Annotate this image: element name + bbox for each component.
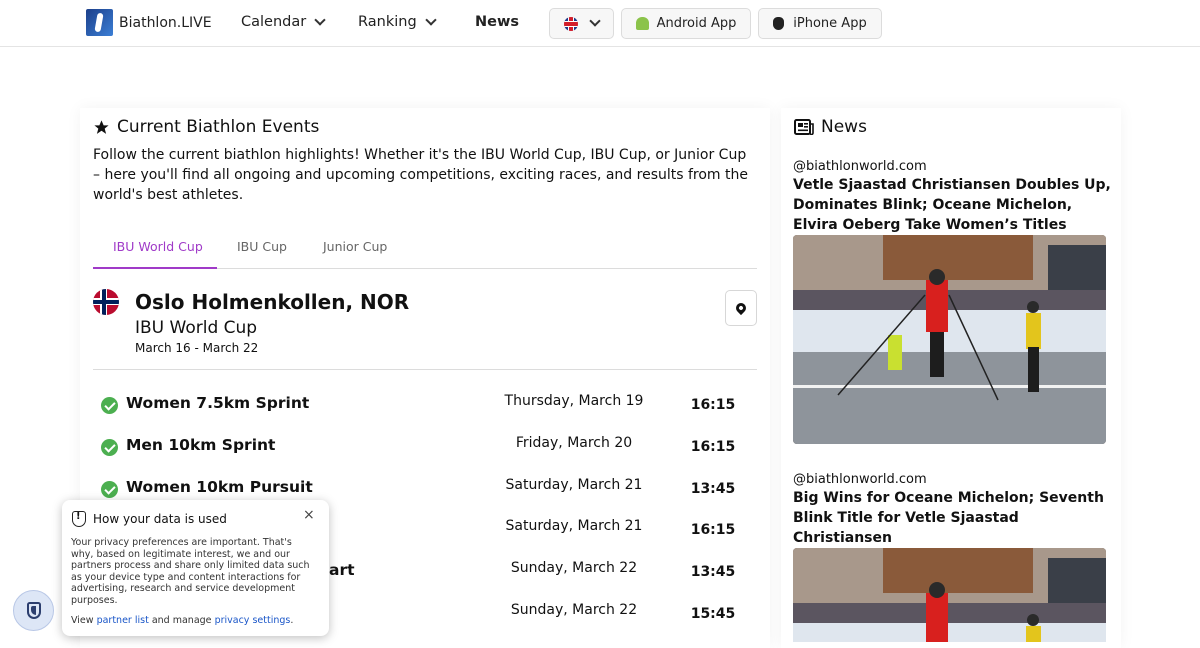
event-dates: March 16 - March 22	[135, 341, 259, 355]
privacy-settings-link[interactable]: privacy settings	[215, 615, 291, 626]
newspaper-icon	[794, 119, 814, 135]
close-icon[interactable]: ×	[303, 507, 315, 523]
chevron-down-icon	[314, 13, 326, 26]
iphone-app-label: iPhone App	[793, 16, 867, 31]
map-location-button[interactable]	[725, 290, 757, 326]
biathlon-race-photo	[793, 548, 1106, 642]
race-time: 16:15	[690, 439, 736, 455]
check-circle-icon	[101, 397, 118, 414]
race-time: 16:15	[690, 397, 736, 413]
events-intro: Follow the current biathlon highlights! …	[93, 147, 748, 203]
brand-name: Biathlon.LIVE	[119, 14, 212, 31]
race-time: 13:45	[690, 564, 736, 580]
race-row[interactable]: Men 10km Sprint Friday, March 20 16:15	[93, 432, 753, 472]
race-date: Sunday, March 22	[510, 602, 638, 618]
race-row[interactable]: Women 7.5km Sprint Thursday, March 19 16…	[93, 390, 753, 430]
race-time: 13:45	[690, 481, 736, 497]
consent-links-prefix: View	[71, 615, 94, 626]
consent-title: How your data is used	[93, 512, 227, 526]
partner-list-link[interactable]: partner list	[97, 615, 149, 626]
privacy-consent-popup: How your data is used × Your privacy pre…	[62, 500, 329, 636]
news-image[interactable]	[793, 548, 1106, 642]
tab-ibu-cup[interactable]: IBU Cup	[237, 239, 287, 254]
race-name: Men 10km Sprint	[126, 436, 276, 454]
uk-flag-icon	[564, 16, 578, 31]
star-icon	[94, 119, 109, 134]
nav-ranking[interactable]: Ranking	[358, 13, 437, 30]
consent-header: How your data is used	[72, 511, 227, 527]
active-tab-indicator	[93, 267, 217, 269]
race-date: Sunday, March 22	[510, 560, 638, 576]
check-circle-icon	[101, 439, 118, 456]
race-date: Friday, March 20	[515, 435, 633, 451]
event-series: IBU World Cup	[135, 318, 258, 338]
race-date: Thursday, March 19	[504, 393, 644, 409]
chevron-down-icon	[424, 13, 437, 26]
shield-icon	[26, 602, 41, 619]
news-title: News	[821, 117, 867, 137]
consent-links: View partner list and manage privacy set…	[71, 615, 293, 626]
nav-ranking-label: Ranking	[358, 14, 417, 30]
news-headline-link[interactable]: Big Wins for Oceane Michelon; Seventh Bl…	[793, 488, 1111, 548]
language-select[interactable]	[549, 8, 614, 39]
consent-links-suffix: .	[290, 615, 294, 626]
news-heading: News	[794, 117, 867, 137]
consent-links-middle: and manage	[151, 615, 212, 626]
tab-ibu-world-cup[interactable]: IBU World Cup	[113, 239, 203, 254]
nav-news-label: News	[475, 14, 519, 30]
nav-calendar-label: Calendar	[241, 14, 307, 30]
nav-calendar[interactable]: Calendar	[241, 13, 326, 30]
chevron-down-icon	[589, 15, 601, 27]
events-title: Current Biathlon Events	[117, 117, 320, 137]
news-headline-link[interactable]: Vetle Sjaastad Christiansen Doubles Up, …	[793, 175, 1111, 235]
android-app-button[interactable]: Android App	[621, 8, 751, 39]
map-pin-icon	[733, 300, 749, 316]
news-source: @biathlonworld.com	[793, 159, 927, 174]
iphone-app-button[interactable]: iPhone App	[758, 8, 882, 39]
event-location: Oslo Holmenkollen, NOR	[135, 290, 410, 314]
brand-link[interactable]: Biathlon.LIVE	[86, 9, 212, 36]
check-circle-icon	[101, 481, 118, 498]
race-name: Women 7.5km Sprint	[126, 394, 310, 412]
shield-alert-icon	[72, 511, 86, 527]
divider	[93, 369, 757, 370]
apple-icon	[773, 17, 785, 30]
android-icon	[635, 17, 649, 30]
race-date: Saturday, March 21	[505, 518, 643, 534]
consent-body: Your privacy preferences are important. …	[71, 537, 310, 606]
race-name: art	[329, 561, 355, 579]
tab-junior-cup[interactable]: Junior Cup	[323, 239, 387, 254]
race-name: Women 10km Pursuit	[126, 478, 313, 496]
cup-tabs: IBU World Cup IBU Cup Junior Cup	[93, 231, 757, 269]
race-date: Saturday, March 21	[505, 477, 643, 493]
nav-news[interactable]: News	[475, 14, 519, 30]
biathlon-logo-icon	[86, 9, 113, 36]
biathlon-race-photo	[793, 235, 1106, 444]
race-time: 15:45	[690, 606, 736, 622]
news-image[interactable]	[793, 235, 1106, 444]
race-time: 16:15	[690, 522, 736, 538]
top-navbar: Biathlon.LIVE Calendar Ranking News Andr…	[0, 0, 1200, 47]
news-source: @biathlonworld.com	[793, 472, 927, 487]
norway-flag-icon	[93, 289, 119, 315]
android-app-label: Android App	[656, 16, 737, 31]
privacy-shield-button[interactable]	[13, 590, 54, 631]
events-heading: Current Biathlon Events	[93, 117, 319, 137]
